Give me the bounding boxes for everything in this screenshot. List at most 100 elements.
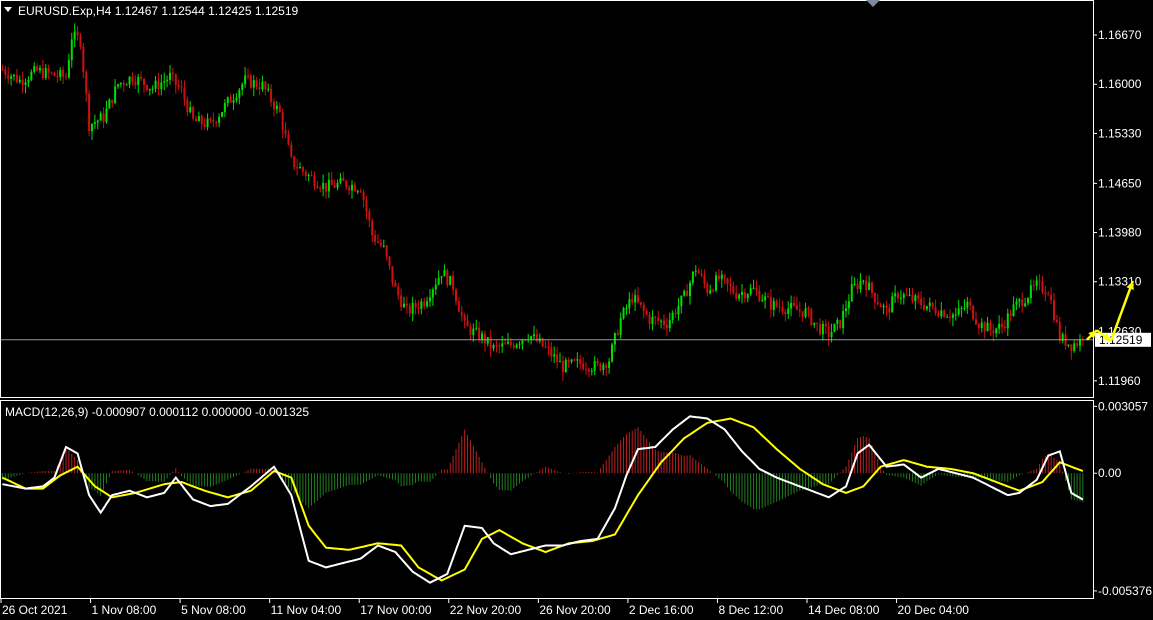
candle-body — [400, 295, 403, 308]
candle-body — [47, 68, 50, 73]
candle-body — [810, 309, 813, 325]
candle-body — [899, 297, 902, 299]
candle-body — [232, 100, 235, 103]
candle-body — [241, 84, 244, 90]
time-tick-label: 14 Dec 08:00 — [808, 603, 880, 617]
candle-body — [717, 275, 720, 280]
candle-body — [356, 191, 359, 193]
candle-body — [668, 319, 671, 329]
candle-body — [729, 283, 732, 287]
candle-body — [264, 81, 267, 90]
candle-body — [293, 156, 296, 168]
macd-header: MACD(12,26,9) -0.000907 0.000112 0.00000… — [5, 405, 309, 419]
candle-body — [767, 296, 769, 298]
candle-body — [1055, 319, 1058, 323]
candle-body — [359, 191, 362, 193]
candle-body — [882, 305, 885, 308]
candle-body — [605, 364, 608, 368]
candle-body — [437, 277, 440, 285]
candle-body — [24, 82, 27, 85]
macd-pane-frame — [0, 400, 1094, 599]
candle-body — [203, 124, 206, 127]
candle-body — [833, 323, 836, 333]
candle-body — [960, 308, 963, 310]
macd-tick-label: 0.003057 — [1098, 399, 1148, 413]
candle-body — [787, 308, 790, 314]
candle-body — [177, 85, 180, 88]
candle-body — [512, 345, 515, 348]
candle-body — [553, 354, 556, 357]
candle-body — [145, 85, 148, 91]
candle-body — [561, 361, 564, 373]
candle-body — [223, 103, 226, 113]
candle-body — [599, 363, 602, 371]
trading-chart[interactable]: 1.16670 1.16000 1.15330 1.14650 1.13980 1.133… — [0, 0, 1153, 620]
candle-body — [463, 315, 466, 321]
candle-body — [550, 347, 553, 357]
time-tick-label: 11 Nov 04:00 — [271, 603, 342, 617]
candle-body — [908, 294, 911, 296]
candle-body — [801, 311, 804, 317]
candle-body — [683, 290, 686, 296]
candle-body — [414, 302, 417, 308]
candle-body — [954, 314, 957, 316]
candle-body — [59, 70, 62, 77]
candle-body — [769, 297, 772, 310]
candle-body — [258, 86, 261, 90]
candle-body — [310, 175, 313, 177]
candle-body — [790, 303, 793, 309]
candle-body — [93, 122, 96, 124]
macd-tick-label: -0.005376 — [1098, 584, 1152, 598]
candle-body — [50, 72, 53, 74]
candle-body — [166, 79, 169, 82]
candle-body — [466, 320, 469, 327]
price-tick-label: 1.16000 — [1098, 77, 1142, 91]
candle-body — [114, 86, 117, 103]
candle-body — [226, 97, 229, 104]
candle-body — [697, 270, 700, 274]
candle-body — [67, 60, 70, 78]
candle-body — [137, 76, 140, 85]
candle-body — [631, 299, 634, 303]
candle-body — [244, 75, 247, 85]
candle-body — [368, 211, 371, 221]
candle-body — [238, 89, 241, 98]
candle-body — [530, 336, 533, 340]
candle-body — [33, 66, 36, 72]
candle-body — [928, 302, 931, 306]
candle-body — [651, 317, 654, 324]
time-tick-label: 26 Oct 2021 — [2, 603, 68, 617]
candle-body — [839, 319, 842, 329]
candle-body — [1027, 298, 1029, 304]
candle-body — [426, 301, 429, 307]
chart-canvas[interactable]: 1.16670 1.16000 1.15330 1.14650 1.13980 1.133… — [0, 0, 1153, 620]
candle-body — [382, 245, 385, 247]
time-tick-label: 17 Nov 00:00 — [360, 603, 432, 617]
candle-body — [720, 274, 723, 280]
candle-body — [894, 293, 897, 297]
candle-body — [819, 323, 821, 335]
candle-body — [287, 134, 290, 145]
candle-body — [752, 287, 755, 289]
candle-body — [131, 76, 134, 83]
candle-body — [362, 192, 365, 201]
candle-body — [13, 74, 15, 77]
candle-body — [582, 363, 585, 370]
candle-body — [709, 290, 712, 294]
candle-body — [570, 359, 573, 362]
candle-body — [379, 242, 382, 246]
candle-body — [951, 314, 954, 318]
candle-body — [983, 322, 986, 332]
candle-body — [307, 175, 310, 177]
candle-body — [235, 97, 238, 101]
time-tick-label: 8 Dec 12:00 — [718, 603, 783, 617]
candle-body — [689, 282, 691, 297]
triangle-down-icon[interactable] — [4, 7, 12, 12]
candle-body — [723, 274, 726, 279]
candle-body — [556, 354, 559, 363]
candle-body — [726, 278, 729, 284]
candle-body — [405, 303, 408, 306]
chart-shift-marker-icon[interactable] — [866, 0, 880, 7]
candle-body — [798, 309, 801, 312]
candle-body — [125, 84, 128, 86]
